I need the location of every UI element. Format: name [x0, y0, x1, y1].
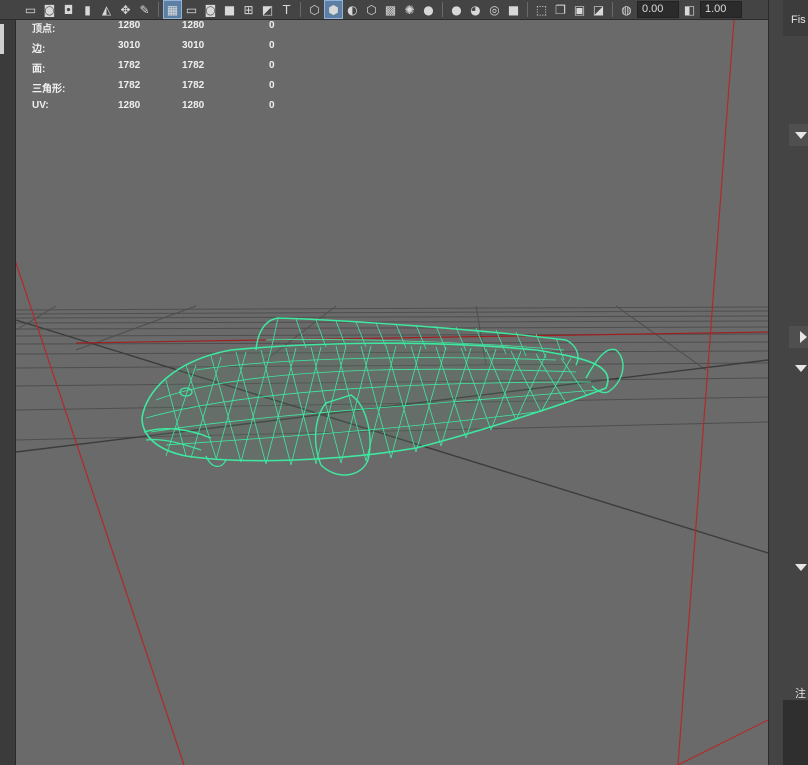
xray-joints-icon[interactable]: ▣ [571, 1, 588, 18]
hud-row-uvs: UV: 1280 1280 0 [32, 100, 312, 114]
hud-value: 0 [269, 60, 275, 71]
wireframe-on-shaded-icon[interactable]: ⬡ [363, 1, 380, 18]
resolution-gate-icon[interactable]: ◙ [202, 1, 219, 18]
use-all-lights-icon[interactable]: ✺ [401, 1, 418, 18]
viewport-panel-toolbar: ▭ ◙ ◘ ▮ ◭ ✥ ✎ ▦ ▭ ◙ ■ ⊞ ◩ T ⬡ ⬢ ◐ ⬡ ▩ ✺ … [0, 0, 768, 20]
hud-row-vertices: 顶点: 1280 1280 0 [32, 20, 312, 35]
attribute-editor-panel: Fis 注 [768, 0, 808, 765]
hud-row-triangles: 三角形: 1782 1782 0 [32, 80, 312, 95]
notes-label: 注 [795, 687, 806, 700]
camera-lock-icon[interactable]: ◘ [60, 1, 77, 18]
hud-value: 1782 [182, 60, 205, 71]
hud-label: UV: [32, 100, 49, 111]
depth-of-field-icon[interactable]: ■ [505, 1, 522, 18]
hud-label: 顶点: [32, 24, 56, 35]
ambient-occlusion-icon[interactable]: ● [448, 1, 465, 18]
fish-mesh [141, 317, 624, 476]
hud-value: 3010 [182, 40, 205, 51]
hud-value: 0 [269, 100, 275, 111]
hud-value: 1280 [118, 100, 141, 111]
viewport-canvas [16, 20, 768, 765]
hud-row-faces: 面: 1782 1782 0 [32, 60, 312, 75]
hud-value: 0 [269, 40, 275, 51]
motion-blur-icon[interactable]: ◕ [467, 1, 484, 18]
toolbar-separator [442, 2, 443, 17]
exposure-field[interactable]: 0.00 [637, 1, 679, 18]
smooth-shade-icon[interactable]: ⬢ [324, 0, 343, 19]
field-chart-icon[interactable]: ⊞ [240, 1, 257, 18]
toolbar-separator [612, 2, 613, 17]
grid-icon[interactable]: ▦ [163, 0, 182, 19]
anti-aliasing-icon[interactable]: ◎ [486, 1, 503, 18]
isolate-select-icon[interactable]: ⬚ [533, 1, 550, 18]
hud-label: 面: [32, 64, 46, 75]
safe-action-icon[interactable]: ◩ [259, 1, 276, 18]
xray-icon[interactable]: ❐ [552, 1, 569, 18]
expand-arrow-icon[interactable] [795, 365, 807, 372]
2d-pan-icon[interactable]: ✥ [117, 1, 134, 18]
node-tab[interactable]: Fis [791, 14, 808, 26]
hud-value: 1280 [118, 20, 141, 31]
hud-value: 1280 [182, 100, 205, 111]
left-panel-strip [0, 0, 16, 765]
bookmark-icon[interactable]: ▮ [79, 1, 96, 18]
notes-area[interactable] [783, 700, 808, 765]
collapse-arrow-icon[interactable] [800, 331, 807, 343]
exposure-icon[interactable]: ◍ [618, 1, 635, 18]
hud-value: 0 [269, 20, 275, 31]
gamma-icon[interactable]: ◧ [681, 1, 698, 18]
left-panel-handle[interactable] [0, 24, 4, 54]
default-material-icon[interactable]: ◐ [344, 1, 361, 18]
image-plane-icon[interactable]: ◭ [98, 1, 115, 18]
expand-arrow-icon[interactable] [795, 132, 807, 139]
hud-value: 3010 [118, 40, 141, 51]
hud-label: 边: [32, 44, 46, 55]
3d-viewport[interactable]: 顶点: 1280 1280 0 边: 3010 3010 0 面: 1782 1… [16, 20, 768, 765]
hud-value: 1782 [182, 80, 205, 91]
grease-pencil-icon[interactable]: ✎ [136, 1, 153, 18]
hud-value: 1280 [182, 20, 205, 31]
hud-label: 三角形: [32, 84, 66, 95]
expand-arrow-icon[interactable] [795, 564, 807, 571]
film-gate-icon[interactable]: ▭ [183, 1, 200, 18]
hud-value: 1782 [118, 60, 141, 71]
gate-mask-icon[interactable]: ■ [221, 1, 238, 18]
toolbar-separator [527, 2, 528, 17]
gamma-field[interactable]: 1.00 [700, 1, 742, 18]
toolbar-separator [300, 2, 301, 17]
hud-value: 0 [269, 80, 275, 91]
toolbar-separator [158, 2, 159, 17]
safe-title-icon[interactable]: T [278, 1, 295, 18]
hud-value: 1782 [118, 80, 141, 91]
hud-row-edges: 边: 3010 3010 0 [32, 40, 312, 55]
select-camera-icon[interactable]: ▭ [22, 1, 39, 18]
backface-culling-icon[interactable]: ◪ [590, 1, 607, 18]
textured-icon[interactable]: ▩ [382, 1, 399, 18]
camera-attributes-icon[interactable]: ◙ [41, 1, 58, 18]
shadows-icon[interactable]: ● [420, 1, 437, 18]
wireframe-icon[interactable]: ⬡ [306, 1, 323, 18]
